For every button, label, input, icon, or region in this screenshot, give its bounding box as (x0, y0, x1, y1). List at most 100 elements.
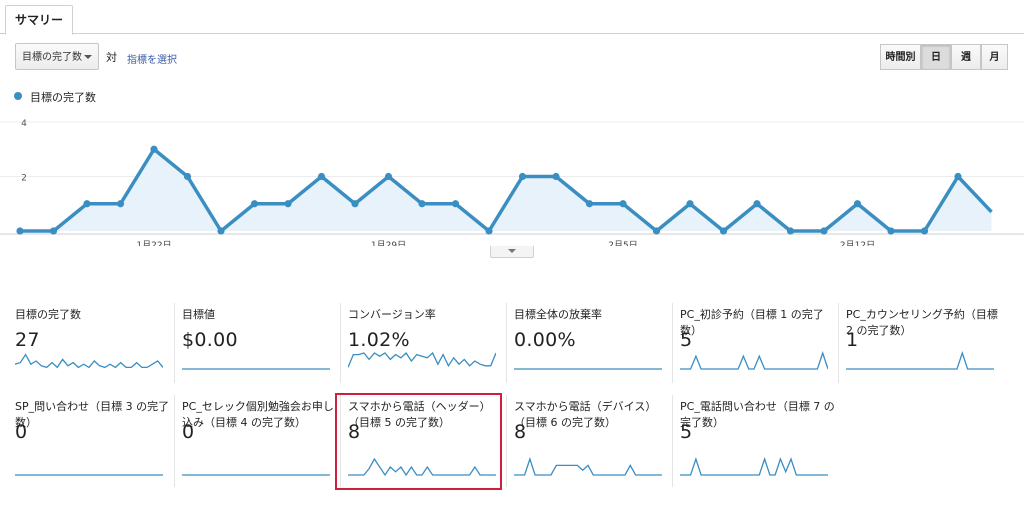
scorecard-title: コンバージョン率 (348, 308, 436, 321)
scorecard-value: 0 (182, 421, 195, 443)
y-tick-label: 4 (21, 119, 27, 129)
scorecard-value: 1.02% (348, 329, 410, 351)
sparkline (514, 457, 662, 476)
highlight-box (335, 393, 502, 490)
data-point[interactable] (49, 227, 58, 235)
data-point[interactable] (552, 172, 560, 181)
sparkline-path (514, 457, 662, 476)
scorecard-divider (672, 303, 673, 383)
data-point[interactable] (317, 172, 326, 181)
data-point[interactable] (619, 200, 627, 208)
scorecard-title: 目標の完了数 (15, 308, 81, 321)
data-point[interactable] (16, 227, 24, 235)
metric-select-label: 目標の完了数 (22, 52, 82, 63)
scorecard[interactable]: コンバージョン率 1.02% (348, 307, 508, 389)
scorecard-value: 5 (680, 329, 693, 351)
data-point[interactable] (384, 172, 393, 181)
scorecard-value: 5 (680, 421, 693, 443)
legend-label: 目標の完了数 (30, 91, 96, 104)
granularity-month-button[interactable]: 月 (981, 44, 1008, 70)
data-point[interactable] (518, 172, 527, 181)
tab-summary[interactable]: サマリー (5, 5, 74, 35)
x-tick-label: 2月12日 (840, 240, 875, 246)
scorecard-value: $0.00 (182, 329, 238, 351)
scorecard[interactable]: スマホから電話（デバイス）（目標 6 の完了数） 8 (514, 399, 674, 481)
scorecard-divider (506, 303, 507, 383)
sparkline-path (846, 351, 994, 370)
x-tick-label: 1月29日 (371, 240, 406, 246)
scorecard[interactable]: PC_セレック個別勉強会お申し込み（目標 4 の完了数） 0 (182, 399, 342, 481)
sparkline (680, 351, 828, 370)
x-tick-label: 2月5日 (608, 240, 637, 246)
data-point[interactable] (284, 200, 292, 208)
scorecard-title: 目標全体の放棄率 (514, 308, 602, 321)
scorecard-value: 0.00% (514, 329, 576, 351)
sparkline (846, 351, 994, 370)
scorecard-value: 1 (846, 329, 859, 351)
data-point[interactable] (954, 172, 962, 181)
data-point[interactable] (116, 200, 125, 208)
select-metric-link[interactable]: 指標を選択 (127, 51, 177, 66)
scorecard[interactable]: 目標値 $0.00 (182, 307, 342, 389)
data-point[interactable] (853, 200, 862, 208)
data-point[interactable] (920, 227, 929, 235)
scorecard-title: SP_問い合わせ（目標 3 の完了数） (15, 400, 170, 429)
data-point[interactable] (786, 227, 795, 235)
scorecard-value: 0 (15, 421, 28, 443)
chart-collapse-handle[interactable] (490, 246, 534, 258)
sparkline (182, 474, 330, 476)
data-point[interactable] (418, 200, 426, 208)
data-point[interactable] (150, 145, 158, 153)
metric-select[interactable]: 目標の完了数 (15, 43, 99, 70)
data-point[interactable] (753, 200, 761, 208)
scorecard-value: 27 (15, 329, 40, 351)
scorecard-title: 目標値 (182, 308, 215, 321)
scorecard-value: 8 (514, 421, 527, 443)
sparkline-path (680, 351, 828, 370)
scorecard[interactable]: 目標全体の放棄率 0.00% (514, 307, 674, 389)
tab-bar: サマリー (0, 0, 1024, 35)
scorecard-divider (672, 395, 673, 487)
scorecard-title: PC_電話問い合わせ（目標 7 の完了数） (680, 400, 835, 429)
scorecard[interactable]: PC_初診予約（目標 1 の完了数） 5 (680, 307, 840, 389)
scorecard[interactable]: SP_問い合わせ（目標 3 の完了数） 0 (15, 399, 175, 481)
data-point[interactable] (686, 200, 694, 208)
sparkline (182, 368, 330, 370)
data-point[interactable] (652, 227, 661, 235)
data-point[interactable] (719, 227, 728, 235)
sparkline-path (15, 353, 163, 369)
data-point[interactable] (250, 200, 259, 208)
scorecard-title: PC_カウンセリング予約（目標 2 の完了数） (846, 308, 998, 337)
scorecard[interactable]: PC_カウンセリング予約（目標 2 の完了数） 1 (846, 307, 1006, 389)
scorecard[interactable]: PC_電話問い合わせ（目標 7 の完了数） 5 (680, 399, 840, 481)
scorecard-divider (174, 303, 175, 383)
scorecard-divider (506, 395, 507, 487)
scorecard-title: スマホから電話（デバイス）（目標 6 の完了数） (514, 400, 657, 429)
scorecard-divider (174, 395, 175, 487)
scorecard[interactable]: 目標の完了数 27 (15, 307, 175, 389)
scorecard-title: PC_セレック個別勉強会お申し込み（目標 4 の完了数） (182, 400, 334, 429)
data-point[interactable] (451, 200, 460, 208)
data-point[interactable] (485, 227, 493, 235)
granularity-week-button[interactable]: 週 (951, 44, 981, 70)
sparkline (15, 353, 163, 369)
data-point[interactable] (217, 227, 225, 235)
data-point[interactable] (183, 172, 192, 181)
vs-label: 対 (106, 51, 117, 64)
sparkline-path (680, 457, 828, 476)
scorecard-divider (340, 303, 341, 383)
data-point[interactable] (351, 200, 359, 208)
data-point[interactable] (585, 200, 594, 208)
series-area (20, 149, 992, 231)
sparkline (348, 351, 496, 368)
line-chart[interactable]: 4 2 1月22日 1月29日 2月5日 2月12日 (0, 110, 1024, 246)
data-point[interactable] (887, 227, 895, 235)
scorecard-divider (838, 303, 839, 383)
data-point[interactable] (83, 200, 91, 208)
granularity-hourly-button[interactable]: 時間別 (880, 44, 921, 70)
sparkline (514, 368, 662, 370)
data-point[interactable] (820, 227, 828, 235)
sparkline-path (348, 351, 496, 368)
legend-dot-icon (14, 92, 22, 100)
granularity-day-button[interactable]: 日 (921, 44, 951, 70)
